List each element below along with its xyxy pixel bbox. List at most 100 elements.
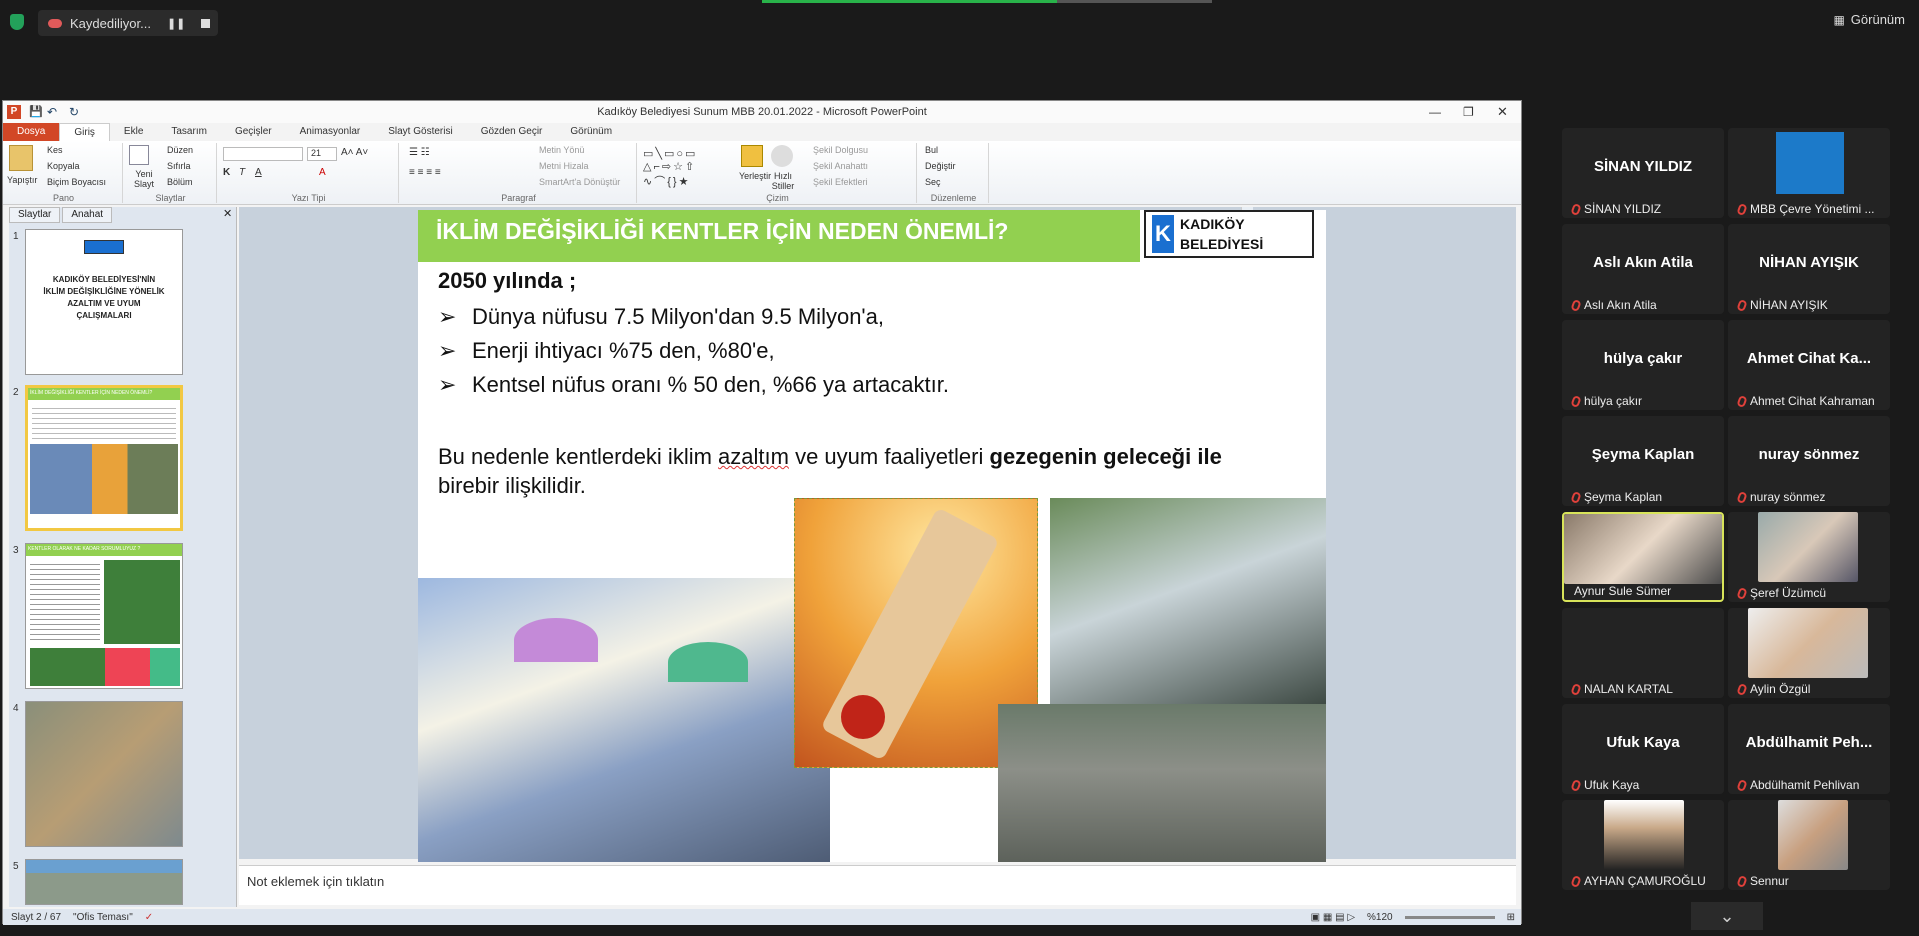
tab-file[interactable]: Dosya [3, 123, 60, 141]
italic-icon[interactable]: T [239, 167, 245, 178]
shape-fill-button[interactable]: Şekil Dolgusu [813, 145, 868, 155]
mic-muted-icon [1736, 490, 1748, 504]
mic-muted-icon [1736, 394, 1748, 408]
participant-tile[interactable]: nuray sönmez nuray sönmez [1728, 416, 1890, 506]
bullets-icon[interactable]: ☰ ☷ [409, 147, 430, 158]
shapes-gallery[interactable]: ▭╲▭○▭ △⌐⇨☆⇧ ∿⌒{}★ [643, 147, 733, 188]
tab-view[interactable]: Görünüm [556, 123, 626, 141]
find-button[interactable]: Bul [925, 145, 938, 155]
restore-icon[interactable]: ❐ [1463, 101, 1474, 123]
font-name-box[interactable] [223, 147, 303, 161]
notes-pane[interactable]: Not eklemek için tıklatın [239, 865, 1516, 905]
section-button[interactable]: Bölüm [167, 177, 193, 187]
font-color-icon[interactable]: A [319, 167, 326, 178]
recording-label: Kaydediliyor... [70, 15, 151, 31]
participant-video [1778, 800, 1848, 870]
close-pane-icon[interactable]: ✕ [223, 207, 232, 220]
paste-icon[interactable] [9, 145, 33, 171]
tab-outline[interactable]: Anahat [62, 207, 113, 223]
title-bar: Kadıköy Belediyesi Sunum MBB 20.01.2022 … [3, 101, 1521, 123]
cut-button[interactable]: Kes [47, 145, 63, 155]
participant-tile[interactable]: SİNAN YILDIZ SİNAN YILDIZ [1562, 128, 1724, 218]
logo-text: KADIKÖY BELEDİYESİ [1180, 214, 1263, 254]
arrange-icon[interactable] [741, 145, 763, 167]
participant-tile[interactable]: MBB Çevre Yönetimi ... [1728, 128, 1890, 218]
tab-home[interactable]: Giriş [59, 123, 110, 141]
paste-button[interactable]: Yapıştır [7, 175, 37, 185]
group-label-slides: Slaytlar [155, 193, 186, 203]
zoom-level[interactable]: %120 [1367, 912, 1393, 923]
tab-slideshow[interactable]: Slayt Gösterisi [374, 123, 466, 141]
tab-transitions[interactable]: Geçişler [221, 123, 286, 141]
stop-icon[interactable] [201, 18, 211, 28]
recording-indicator[interactable]: Kaydediliyor... ❚❚ [38, 10, 218, 36]
participant-tile-active-speaker[interactable]: Aynur Sule Sümer [1562, 512, 1724, 602]
thumb-number: 3 [13, 545, 19, 556]
participant-tile[interactable]: Abdülhamit Peh... Abdülhamit Pehlivan [1728, 704, 1890, 794]
format-painter-button[interactable]: Biçim Boyacısı [47, 177, 106, 187]
bullet-item: ➢ Enerji ihtiyacı %75 den, %80'e, [438, 338, 775, 364]
shape-outline-button[interactable]: Şekil Anahattı [813, 161, 868, 171]
zoom-slider[interactable] [1404, 915, 1495, 919]
new-slide-button[interactable]: Yeni Slayt [127, 169, 161, 189]
chevron-down-icon[interactable]: ⌄ [1691, 902, 1763, 930]
replace-button[interactable]: Değiştir [925, 161, 956, 171]
pause-icon[interactable]: ❚❚ [167, 17, 185, 30]
participant-tile[interactable]: Ufuk Kaya Ufuk Kaya [1562, 704, 1724, 794]
slide-thumbnail-2-selected[interactable]: İKLİM DEĞİŞİKLİĞİ KENTLER İÇİN NEDEN ÖNE… [25, 385, 183, 531]
participant-display-name: NİHAN AYIŞIK [1759, 254, 1859, 271]
minimize-icon[interactable]: — [1429, 101, 1441, 123]
tab-design[interactable]: Tasarım [157, 123, 221, 141]
new-slide-icon[interactable] [129, 145, 149, 165]
tab-slides[interactable]: Slaytlar [9, 207, 61, 223]
quick-styles-button[interactable]: Hızlı Stiller [765, 171, 801, 191]
text-direction-button[interactable]: Metin Yönü [539, 145, 584, 155]
participant-tile[interactable]: Aylin Özgül [1728, 608, 1890, 698]
bold-icon[interactable]: K [223, 167, 230, 178]
save-icon[interactable]: 💾 [29, 101, 43, 123]
grid-icon: ▦ [1833, 12, 1845, 27]
smartart-button[interactable]: SmartArt'a Dönüştür [539, 177, 620, 187]
view-button[interactable]: ▦ Görünüm [1833, 12, 1905, 27]
participant-display-name: Aslı Akın Atila [1593, 254, 1693, 271]
thumb-images [30, 444, 178, 514]
bullet-text: Enerji ihtiyacı %75 den, %80'e, [472, 338, 775, 363]
spellcheck-icon[interactable]: ✓ [145, 912, 153, 923]
ribbon: Yapıştır Kes Kopyala Biçim Boyacısı Pano… [3, 141, 1521, 205]
slide-thumbnail-1[interactable]: KADIKÖY BELEDİYESİ'NİN İKLİM DEĞİŞİKLİĞİ… [25, 229, 183, 375]
participant-tile[interactable]: Şeref Üzümcü [1728, 512, 1890, 602]
mbb-logo [1776, 132, 1844, 194]
participant-tile[interactable]: AYHAN ÇAMUROĞLU [1562, 800, 1724, 890]
layout-button[interactable]: Düzen [167, 145, 193, 155]
fit-window-icon[interactable]: ⊞ [1507, 912, 1515, 923]
tab-animations[interactable]: Animasyonlar [286, 123, 375, 141]
copy-button[interactable]: Kopyala [47, 161, 80, 171]
tab-review[interactable]: Gözden Geçir [467, 123, 557, 141]
quick-styles-icon[interactable] [771, 145, 793, 167]
font-size-box[interactable]: 21 [307, 147, 337, 161]
shape-effects-button[interactable]: Şekil Efektleri [813, 177, 868, 187]
select-button[interactable]: Seç [925, 177, 941, 187]
participant-name: Aylin Özgül [1750, 682, 1811, 696]
participant-tile[interactable]: NİHAN AYIŞIK NİHAN AYIŞIK [1728, 224, 1890, 314]
undo-icon[interactable]: ↶ [47, 101, 57, 123]
close-icon[interactable]: ✕ [1497, 101, 1508, 123]
view-buttons[interactable]: ▣ ▦ ▤ ▷ [1311, 912, 1355, 923]
slide-thumbnail-5[interactable] [25, 859, 183, 905]
slide-thumbnail-3[interactable]: KENTLER OLARAK NE KADAR SORUMLUYUZ ? [25, 543, 183, 689]
participant-tile[interactable]: hülya çakır hülya çakır [1562, 320, 1724, 410]
participant-tile[interactable]: NALAN KARTAL [1562, 608, 1724, 698]
underline-icon[interactable]: A [255, 167, 262, 178]
participant-tile[interactable]: Şeyma Kaplan Şeyma Kaplan [1562, 416, 1724, 506]
align-icons[interactable]: ≡ ≡ ≡ ≡ [409, 167, 441, 178]
participant-tile[interactable]: Sennur [1728, 800, 1890, 890]
participant-tile[interactable]: Aslı Akın Atila Aslı Akın Atila [1562, 224, 1724, 314]
tab-insert[interactable]: Ekle [110, 123, 157, 141]
slide-thumbnail-4[interactable] [25, 701, 183, 847]
security-shield-icon[interactable] [10, 14, 24, 30]
align-text-button[interactable]: Metni Hizala [539, 161, 589, 171]
grow-font-icon[interactable]: A˄ A˅ [341, 147, 368, 158]
participant-tile[interactable]: Ahmet Cihat Ka... Ahmet Cihat Kahraman [1728, 320, 1890, 410]
redo-icon[interactable]: ↻ [69, 101, 79, 123]
reset-button[interactable]: Sıfırla [167, 161, 191, 171]
